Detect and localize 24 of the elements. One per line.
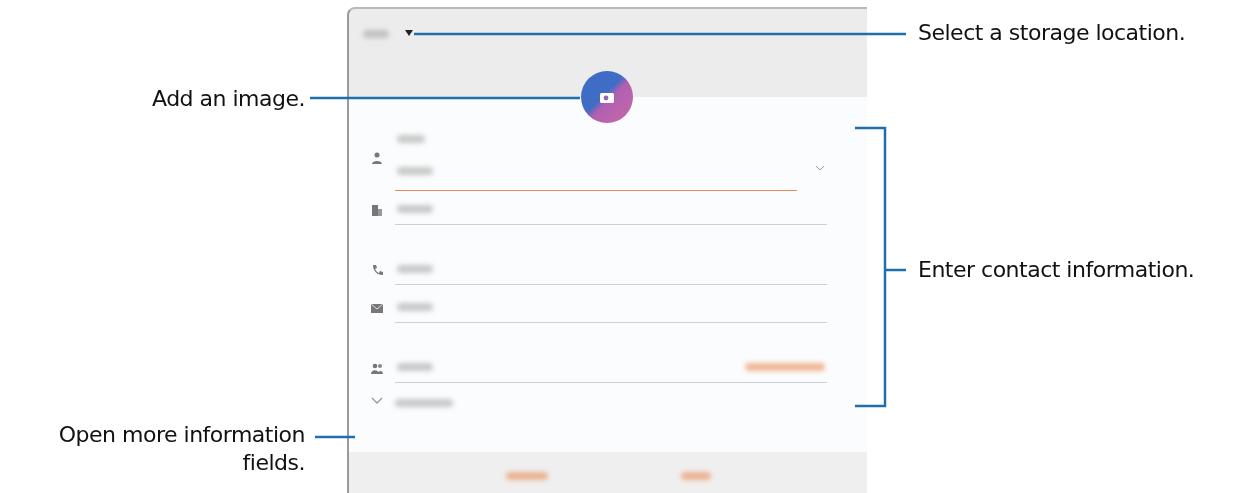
camera-icon bbox=[600, 91, 614, 103]
groups-icon bbox=[371, 362, 383, 374]
organization-icon bbox=[371, 204, 383, 216]
blurred-text bbox=[397, 205, 433, 213]
callout-text: Open more information fields. bbox=[57, 421, 305, 476]
cancel-button[interactable] bbox=[505, 472, 548, 480]
callout-text: Enter contact information. bbox=[918, 256, 1195, 284]
blurred-text bbox=[397, 363, 433, 371]
save-button[interactable] bbox=[680, 472, 711, 480]
callout-text: Select a storage location. bbox=[918, 19, 1186, 47]
add-image-button[interactable] bbox=[581, 71, 633, 123]
blurred-text bbox=[397, 135, 425, 143]
dropdown-arrow-icon bbox=[405, 30, 413, 36]
blurred-text bbox=[397, 265, 433, 273]
phone-icon bbox=[371, 264, 383, 276]
blurred-text bbox=[395, 399, 453, 407]
callout-text: Add an image. bbox=[151, 85, 305, 113]
blurred-text bbox=[363, 30, 389, 38]
blurred-text bbox=[397, 167, 433, 175]
leader-line bbox=[315, 435, 355, 439]
chevron-down-icon bbox=[815, 165, 825, 171]
blurred-text bbox=[397, 303, 433, 311]
email-icon bbox=[371, 302, 383, 314]
name-icon bbox=[371, 152, 383, 164]
